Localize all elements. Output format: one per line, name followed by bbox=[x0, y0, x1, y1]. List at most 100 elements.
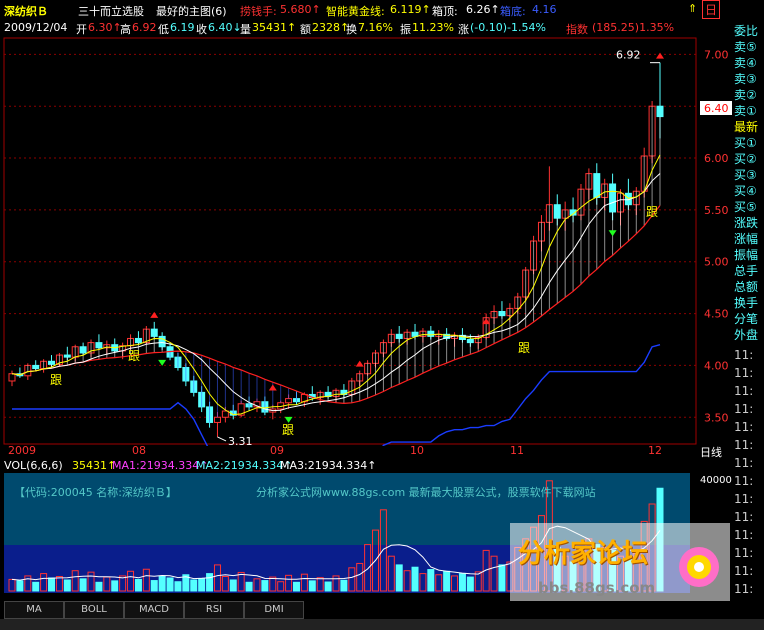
flower-logo-icon bbox=[676, 525, 722, 613]
side-panel-row: 卖① bbox=[734, 104, 757, 118]
volume-bar bbox=[466, 576, 474, 592]
stock-name[interactable]: 深纺织Ｂ bbox=[4, 3, 48, 19]
main-chart-label[interactable]: 最好的主图(6) bbox=[156, 3, 227, 19]
candle-body bbox=[63, 354, 71, 358]
close-label: 收 bbox=[196, 23, 207, 36]
side-panel-time: 11: bbox=[734, 456, 754, 470]
volume-bar bbox=[458, 573, 466, 592]
side-panel-row: 买② bbox=[734, 152, 757, 166]
volume-bar bbox=[324, 581, 332, 592]
side-panel-row: 总额 bbox=[734, 280, 759, 294]
volume-bar bbox=[63, 579, 71, 592]
close-value: 6.40↓ bbox=[208, 21, 242, 34]
index-label: 指数 bbox=[566, 23, 588, 36]
amplitude-value: 11.23% bbox=[412, 21, 454, 34]
price-tick-label: 5.00 bbox=[704, 256, 729, 269]
turnover-value: 7.16% bbox=[358, 21, 393, 34]
side-panel-row: 买① bbox=[734, 136, 757, 150]
side-panel-row: 涨跌 bbox=[734, 216, 759, 230]
side-panel-row: 卖④ bbox=[734, 56, 757, 70]
volume-bar bbox=[198, 578, 206, 592]
side-panel-time: 11: bbox=[734, 528, 754, 542]
candle-body bbox=[48, 360, 56, 365]
vol-axis-label: 40000 bbox=[700, 475, 732, 486]
high-label: 高 bbox=[120, 23, 131, 36]
param4-label: 箱底: bbox=[500, 5, 526, 18]
tab-boll[interactable]: BOLL bbox=[64, 601, 124, 619]
side-panel-time: 11: bbox=[734, 582, 754, 596]
volume-bar bbox=[16, 580, 24, 592]
volume-bar bbox=[111, 580, 119, 592]
month-label-2009: 2009 bbox=[8, 444, 36, 457]
side-panel-row: 外盘 bbox=[734, 328, 759, 342]
tab-dmi[interactable]: DMI bbox=[244, 601, 304, 619]
tab-rsi[interactable]: RSI bbox=[184, 601, 244, 619]
lock-icon[interactable]: ⇑ bbox=[688, 2, 697, 15]
indicator-header: 深纺织Ｂ 三十而立选股 最好的主图(6) 捞钱手: 5.680↑ 智能黄金线: … bbox=[0, 0, 764, 19]
volume-bar bbox=[174, 581, 182, 592]
volume-bar bbox=[292, 581, 300, 592]
param4-value: 4.16 bbox=[532, 3, 557, 16]
info-code: 【代码:200045 名称:深纺织Ｂ】 bbox=[14, 486, 177, 499]
quote-date: 2009/12/04 bbox=[4, 21, 68, 34]
change-value: (-0.10)-1.54% bbox=[470, 21, 546, 34]
side-panel-time: 11: bbox=[734, 474, 754, 488]
candle-body bbox=[498, 311, 506, 317]
info-site[interactable]: 分析家公式网www.88gs.com 最新最大股票公式，股票软件下载网站 bbox=[256, 484, 596, 500]
side-panel-time: 11: bbox=[734, 438, 754, 452]
volume-bar bbox=[95, 581, 103, 592]
candle-body bbox=[158, 335, 166, 348]
tab-ma[interactable]: MA bbox=[4, 601, 64, 619]
volume-bar bbox=[261, 580, 269, 592]
tab-macd[interactable]: MACD bbox=[124, 601, 184, 619]
candle-body bbox=[95, 342, 103, 349]
volume-bar bbox=[443, 570, 451, 592]
open-label: 开 bbox=[76, 23, 87, 36]
side-panel-time: 11: bbox=[734, 420, 754, 434]
indicator-title[interactable]: 三十而立选股 bbox=[78, 3, 144, 19]
price-tick-label: 4.00 bbox=[704, 359, 729, 372]
watermark-title: 分析家论坛 bbox=[518, 539, 649, 569]
candle-body bbox=[656, 105, 664, 118]
volume-bar bbox=[48, 577, 56, 592]
high-value: 6.92 bbox=[132, 21, 157, 34]
side-panel-row: 买⑤ bbox=[734, 200, 757, 214]
side-panel-row: 换手 bbox=[734, 296, 759, 310]
side-panel-time: 11: bbox=[734, 366, 754, 380]
follow-label-5: 跟 bbox=[646, 205, 658, 219]
side-panel-row: 卖③ bbox=[734, 72, 757, 86]
param1-value: 5.680↑ bbox=[280, 3, 321, 16]
vol-value: 35431↑ bbox=[72, 459, 117, 472]
candle-body bbox=[427, 330, 435, 337]
month-label-12: 12 bbox=[648, 444, 662, 457]
amplitude-label: 振 bbox=[400, 23, 411, 36]
side-panel-title: 委比 bbox=[734, 24, 759, 38]
volume-bar bbox=[427, 569, 435, 592]
param3-value: 6.26↑ bbox=[466, 3, 500, 16]
period-day-button[interactable]: 日 bbox=[702, 0, 721, 19]
low-label: 低 bbox=[158, 23, 169, 36]
candle-body bbox=[285, 398, 293, 404]
price-tick-label: 4.50 bbox=[704, 308, 729, 321]
current-price-value: 6.40 bbox=[704, 102, 729, 115]
candle-body bbox=[395, 333, 403, 339]
vol-label: VOL(6,6,6) bbox=[4, 459, 63, 472]
volume-bar bbox=[411, 566, 419, 592]
volume-bar bbox=[229, 579, 237, 592]
quote-line: 2009/12/04 开 6.30↑ 高 6.92 低 6.19 收 6.40↓… bbox=[0, 18, 732, 36]
chart-background bbox=[0, 36, 732, 446]
candle-body bbox=[134, 337, 142, 344]
month-label-09: 09 bbox=[270, 444, 284, 457]
volume-bar bbox=[245, 581, 253, 592]
status-bar bbox=[0, 619, 764, 630]
candlestick-chart[interactable]: 7.006.506.005.505.004.504.003.50 6.92 3.… bbox=[0, 36, 732, 446]
volume-bar bbox=[134, 578, 142, 592]
candle-body bbox=[79, 346, 87, 354]
candle-body bbox=[466, 339, 474, 344]
param2-value: 6.119↑ bbox=[390, 3, 431, 16]
candle-body bbox=[609, 183, 617, 213]
high-marker-label: 6.92 bbox=[616, 49, 641, 62]
side-panel-row: 卖⑤ bbox=[734, 40, 757, 54]
amount-label: 额 bbox=[300, 23, 311, 36]
indicator-tabs: MA BOLL MACD RSI DMI bbox=[0, 601, 764, 619]
